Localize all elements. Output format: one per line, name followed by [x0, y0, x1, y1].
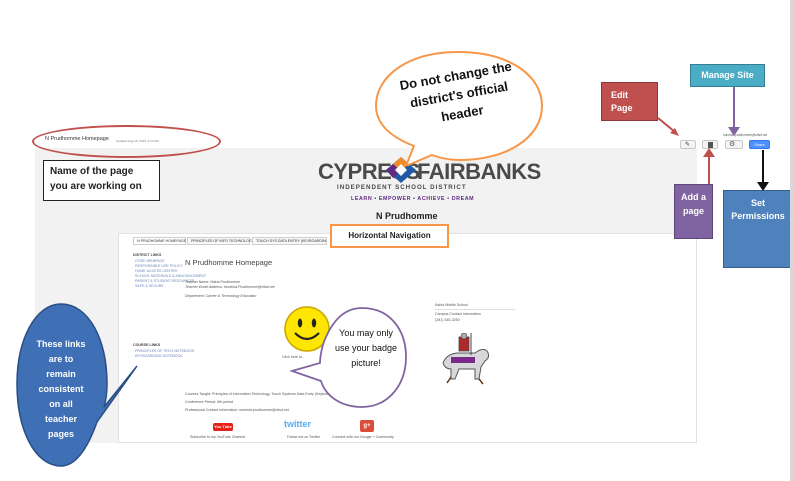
add-arrow-icon [703, 148, 715, 184]
department: Department: Career & Technology Educatio… [185, 294, 257, 298]
tab-homepage[interactable]: N PRUDHOMME HOMEPAGE [133, 237, 186, 245]
school-name: Kahla Middle School [435, 303, 468, 307]
youtube-icon[interactable]: You Tube [213, 423, 233, 431]
edit-arrow-icon [657, 117, 679, 136]
share-button[interactable]: Share [749, 140, 770, 149]
google-caption[interactable]: Connect with our Google + Community [332, 435, 394, 439]
sidebar: DISTRICT LINKS CFISD WEBPAGE RESPONSIBLE… [133, 253, 206, 289]
divider [435, 309, 515, 310]
badge-callout-text: You may only use your badge picture! [334, 328, 398, 368]
conference-period: Conference Period: 6th period [185, 400, 233, 404]
page-heading: N Prudhomme Homepage [185, 258, 273, 267]
manage-site-callout: Manage Site [690, 64, 765, 87]
links-callout-text: These links are to remain consistent on … [36, 339, 86, 439]
edit-page-button[interactable]: ✎ [680, 140, 696, 149]
set-permissions-callout: Set Permissions [723, 190, 793, 268]
gear-icon: ⚙ [729, 141, 736, 148]
logo-tagline: LEARN • EMPOWER • ACHIEVE • DREAM [351, 196, 475, 202]
pencil-icon: ✎ [685, 142, 691, 148]
teacher-email: Teacher Email Address: Nunimla.Prudhomme… [185, 285, 275, 289]
share-label: Share [754, 142, 765, 147]
sidebar-link[interactable]: SAFE & SECURE [133, 284, 173, 289]
logo-subtitle: INDEPENDENT SCHOOL DISTRICT [337, 184, 467, 191]
campus-phone: (281) 345-3250 [435, 318, 460, 322]
permissions-arrow-icon [757, 150, 769, 191]
page-name-callout: Name of the page you are working on [43, 160, 160, 201]
edit-page-callout: Edit Page [601, 82, 658, 121]
horizontal-nav-callout: Horizontal Navigation [330, 224, 449, 248]
manage-arrow-icon [728, 87, 740, 136]
knight-mascot-icon [442, 333, 490, 385]
tab-principles[interactable]: PRINCIPLES OF INFO TECHNOLOGY [187, 237, 254, 245]
site-title: N Prudhomme [376, 211, 438, 221]
youtube-caption[interactable]: Subscribe to my YouTube Channel [190, 435, 245, 439]
district-links-heading: DISTRICT LINKS [133, 253, 162, 257]
add-page-callout: Add a page [674, 184, 713, 239]
teacher-name: Teacher Name: Nisha Prudhomme [185, 280, 241, 284]
twitter-icon[interactable]: twitter [284, 419, 311, 429]
tab-keyboarding[interactable]: TOUCH SYS DATA ENTRY (KEYBOARDING) [252, 237, 327, 245]
manage-site-button[interactable]: ⚙ [725, 140, 743, 149]
professional-contact: Professional Contact Information: nuniml… [185, 408, 289, 412]
page-name-oval [32, 125, 221, 158]
campus-info: Campus Contact Information [435, 312, 481, 316]
twitter-caption[interactable]: Follow me on Twitter [287, 435, 320, 439]
google-plus-icon[interactable]: g+ [360, 420, 374, 432]
